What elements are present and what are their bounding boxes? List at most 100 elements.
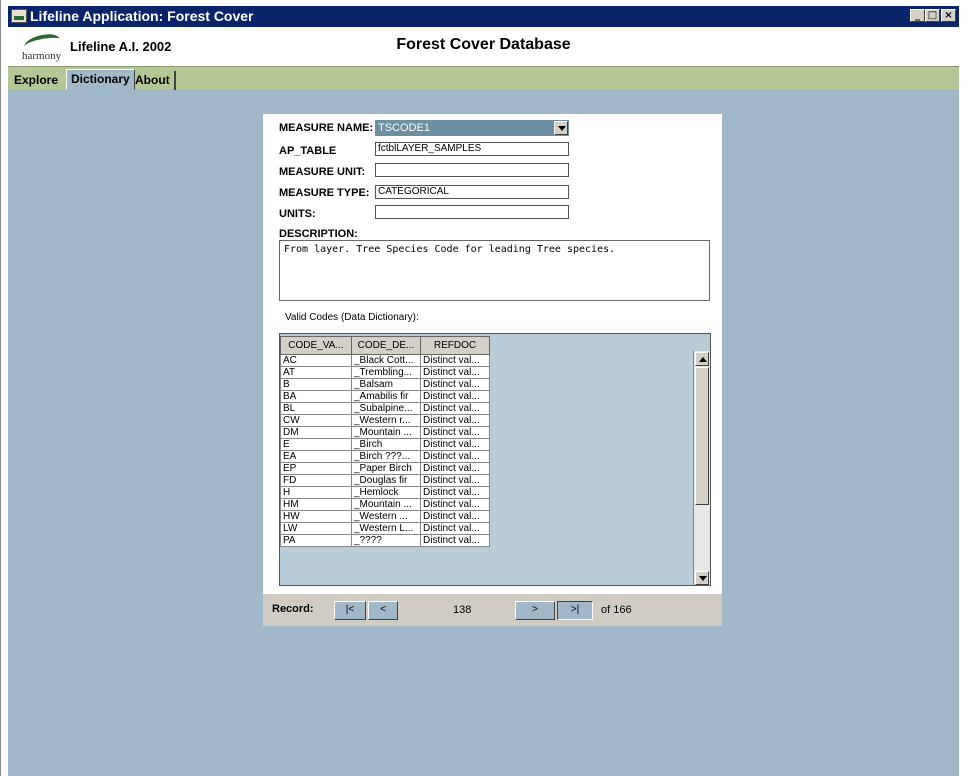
measure-unit-field[interactable] [375, 163, 569, 177]
refdoc-cell[interactable]: Distinct val... [420, 390, 490, 403]
table-header-row: CODE_VA... CODE_DE... REFDOC [280, 336, 490, 355]
code-desc-cell[interactable]: _Amabilis fir [351, 390, 421, 403]
refdoc-cell[interactable]: Distinct val... [420, 534, 490, 547]
scroll-thumb[interactable] [695, 367, 709, 505]
units-label: UNITS: [279, 208, 316, 220]
table-row[interactable]: HW _Western ... Distinct val... [280, 510, 490, 523]
code-desc-cell[interactable]: _Mountain ... [351, 498, 421, 511]
code-desc-cell[interactable]: _Douglas fir [351, 474, 421, 487]
table-row[interactable]: HM _Mountain ... Distinct val... [280, 498, 490, 511]
code-value-cell[interactable]: E [280, 438, 352, 451]
code-value-cell[interactable]: AT [280, 366, 352, 379]
code-value-cell[interactable]: HM [280, 498, 352, 511]
window-title: Lifeline Application: Forest Cover [30, 8, 254, 24]
code-value-cell[interactable]: EP [280, 462, 352, 475]
table-row[interactable]: AC _Black Cott... Distinct val... [280, 354, 490, 367]
code-value-cell[interactable]: AC [280, 354, 352, 367]
code-desc-cell[interactable]: _Hemlock [351, 486, 421, 499]
chevron-down-icon[interactable] [554, 121, 568, 135]
tab-explore[interactable]: Explore [10, 71, 62, 90]
tab-about[interactable]: About [131, 71, 176, 90]
table-row[interactable]: FD _Douglas fir Distinct val... [280, 474, 490, 487]
description-label: DESCRIPTION: [279, 228, 358, 240]
code-value-cell[interactable]: PA [280, 534, 352, 547]
units-field[interactable] [375, 205, 569, 219]
app-icon [11, 9, 27, 23]
table-row[interactable]: LW _Western L... Distinct val... [280, 522, 490, 535]
measure-name-label: MEASURE NAME: [279, 122, 374, 134]
ap-table-field[interactable]: fctblLAYER_SAMPLES [375, 142, 569, 156]
measure-type-label: MEASURE TYPE: [279, 187, 370, 199]
table-row[interactable]: BA _Amabilis fir Distinct val... [280, 390, 490, 403]
code-desc-cell[interactable]: _Trembling... [351, 366, 421, 379]
code-desc-cell[interactable]: _Western r... [351, 414, 421, 427]
table-row[interactable]: EP _Paper Birch Distinct val... [280, 462, 490, 475]
refdoc-cell[interactable]: Distinct val... [420, 474, 490, 487]
code-desc-cell[interactable]: _???? [351, 534, 421, 547]
code-value-cell[interactable]: DM [280, 426, 352, 439]
code-desc-cell[interactable]: _Balsam [351, 378, 421, 391]
code-desc-cell[interactable]: _Western ... [351, 510, 421, 523]
measure-name-dropdown[interactable]: TSCODE1 [375, 120, 569, 136]
table-row[interactable]: BL _Subalpine... Distinct val... [280, 402, 490, 415]
record-label: Record: [272, 603, 314, 615]
code-value-cell[interactable]: HW [280, 510, 352, 523]
table-row[interactable]: AT _Trembling... Distinct val... [280, 366, 490, 379]
refdoc-cell[interactable]: Distinct val... [420, 354, 490, 367]
first-record-button[interactable]: |< [334, 601, 366, 620]
measure-type-field[interactable]: CATEGORICAL [375, 185, 569, 199]
refdoc-cell[interactable]: Distinct val... [420, 402, 490, 415]
minimize-button[interactable]: _ [910, 9, 925, 22]
refdoc-cell[interactable]: Distinct val... [420, 486, 490, 499]
code-desc-cell[interactable]: _Black Cott... [351, 354, 421, 367]
page-title: Forest Cover Database [396, 36, 571, 53]
code-value-cell[interactable]: BA [280, 390, 352, 403]
code-desc-cell[interactable]: _Mountain ... [351, 426, 421, 439]
refdoc-cell[interactable]: Distinct val... [420, 462, 490, 475]
table-row[interactable]: PA _???? Distinct val... [280, 534, 490, 547]
next-record-button[interactable]: > [515, 601, 555, 620]
code-value-cell[interactable]: H [280, 486, 352, 499]
previous-record-button[interactable]: < [368, 601, 398, 620]
scroll-down-arrow-icon[interactable] [695, 571, 709, 585]
code-desc-cell[interactable]: _Western L... [351, 522, 421, 535]
valid-codes-label: Valid Codes (Data Dictionary): [285, 312, 419, 323]
vertical-scrollbar[interactable] [693, 351, 710, 585]
refdoc-cell[interactable]: Distinct val... [420, 426, 490, 439]
column-header-code-value[interactable]: CODE_VA... [280, 336, 352, 355]
tab-dictionary[interactable]: Dictionary [66, 69, 135, 90]
code-desc-cell[interactable]: _Birch ???... [351, 450, 421, 463]
table-row[interactable]: E _Birch Distinct val... [280, 438, 490, 451]
column-header-code-desc[interactable]: CODE_DE... [351, 336, 421, 355]
code-desc-cell[interactable]: _Birch [351, 438, 421, 451]
title-bar: Lifeline Application: Forest Cover _ □ × [8, 6, 959, 27]
refdoc-cell[interactable]: Distinct val... [420, 522, 490, 535]
table-row[interactable]: EA _Birch ???... Distinct val... [280, 450, 490, 463]
refdoc-cell[interactable]: Distinct val... [420, 498, 490, 511]
table-row[interactable]: CW _Western r... Distinct val... [280, 414, 490, 427]
refdoc-cell[interactable]: Distinct val... [420, 378, 490, 391]
table-row[interactable]: H _Hemlock Distinct val... [280, 486, 490, 499]
close-button[interactable]: × [941, 9, 956, 22]
code-value-cell[interactable]: FD [280, 474, 352, 487]
refdoc-cell[interactable]: Distinct val... [420, 450, 490, 463]
refdoc-cell[interactable]: Distinct val... [420, 438, 490, 451]
last-record-button[interactable]: >| [557, 601, 593, 620]
code-desc-cell[interactable]: _Subalpine... [351, 402, 421, 415]
current-record-number: 138 [453, 604, 472, 616]
scroll-up-arrow-icon[interactable] [695, 352, 709, 366]
code-value-cell[interactable]: B [280, 378, 352, 391]
code-value-cell[interactable]: CW [280, 414, 352, 427]
code-value-cell[interactable]: LW [280, 522, 352, 535]
code-value-cell[interactable]: BL [280, 402, 352, 415]
description-textarea[interactable]: From layer. Tree Species Code for leadin… [279, 240, 710, 301]
column-header-refdoc[interactable]: REFDOC [420, 336, 490, 355]
maximize-button[interactable]: □ [925, 9, 940, 22]
code-desc-cell[interactable]: _Paper Birch [351, 462, 421, 475]
code-value-cell[interactable]: EA [280, 450, 352, 463]
table-row[interactable]: DM _Mountain ... Distinct val... [280, 426, 490, 439]
table-row[interactable]: B _Balsam Distinct val... [280, 378, 490, 391]
refdoc-cell[interactable]: Distinct val... [420, 366, 490, 379]
refdoc-cell[interactable]: Distinct val... [420, 414, 490, 427]
refdoc-cell[interactable]: Distinct val... [420, 510, 490, 523]
